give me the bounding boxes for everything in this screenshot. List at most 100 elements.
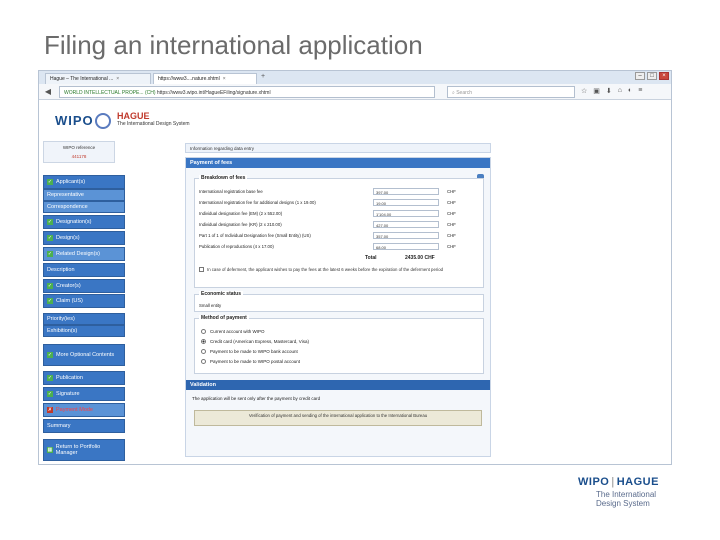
- wipo-logo: WIPO: [55, 113, 94, 128]
- check-icon: ✓: [47, 375, 53, 381]
- deferment-checkbox[interactable]: [199, 267, 204, 273]
- sidebar-item-priorities[interactable]: Priority(ies): [43, 313, 125, 325]
- fee-currency: CHF: [447, 233, 456, 238]
- economic-legend: Economic status: [199, 291, 244, 297]
- close-tab-icon[interactable]: ×: [223, 76, 226, 82]
- page-content: WIPO HAGUE The International Design Syst…: [39, 101, 671, 464]
- economic-fieldset: Economic status Small entity: [194, 291, 484, 312]
- radio-button[interactable]: [201, 349, 206, 355]
- fee-label: Publication of reproductions (4 x 17.00): [199, 244, 274, 249]
- fee-value: 397.00: [373, 188, 439, 195]
- tab-hague[interactable]: Hague – The International ... ×: [45, 73, 151, 84]
- sidebar-item-signature[interactable]: ✓ Signature: [43, 387, 125, 401]
- sidebar-item-claim-us[interactable]: ✓ Claim (US): [43, 294, 125, 308]
- minimize-icon[interactable]: –: [635, 72, 645, 80]
- fee-currency: CHF: [447, 222, 456, 227]
- sidebar-item-summary[interactable]: Summary: [43, 419, 125, 433]
- fee-currency: CHF: [447, 189, 456, 194]
- url-bar[interactable]: WORLD INTELLECTUAL PROPE... (CH) https:/…: [59, 86, 435, 98]
- method-fieldset: Method of payment Current account with W…: [194, 315, 484, 374]
- radio-button[interactable]: [201, 339, 206, 345]
- home-icon[interactable]: ⌂: [618, 87, 622, 95]
- sidebar-item-designations[interactable]: ✓ Designation(s): [43, 215, 125, 229]
- search-icon: ⌕: [452, 90, 455, 96]
- sidebar-item-more-optional-contents[interactable]: ✓ More Optional Contents: [43, 344, 125, 366]
- back-icon[interactable]: ◀: [43, 87, 53, 97]
- hague-logo: HAGUE: [117, 111, 150, 121]
- menu-icon[interactable]: ≡: [638, 87, 642, 95]
- tab-label: https://www3....nature.xhtml: [158, 76, 220, 82]
- fee-label: International registration fee for addit…: [199, 200, 316, 205]
- browser-window: Hague – The International ... × https://w…: [38, 70, 672, 465]
- toolbar-icons: ☆ ▣ ⬇ ⌂ ◐ ≡: [581, 87, 642, 95]
- payment-method-credit-card[interactable]: Credit card (American Express, Mastercar…: [201, 339, 309, 345]
- nav-bar: ◀ WORLD INTELLECTUAL PROPE... (CH) https…: [39, 84, 671, 100]
- share-icon[interactable]: ◐: [628, 87, 632, 95]
- payment-method-postal-account[interactable]: Payment to be made to WIPO postal accoun…: [201, 359, 300, 365]
- payment-method-bank-account[interactable]: Payment to be made to WIPO bank account: [201, 349, 298, 355]
- clipboard-icon[interactable]: ▣: [593, 87, 600, 95]
- fee-label: International registration base fee: [199, 189, 263, 194]
- check-icon: ✓: [47, 235, 53, 241]
- tab-label: Hague – The International ...: [50, 76, 114, 82]
- total-value: 2435.00 CHF: [405, 255, 435, 261]
- radio-button[interactable]: [201, 359, 206, 365]
- sidebar-item-return-portfolio[interactable]: ▦ Return to Portfolio Manager: [43, 439, 125, 461]
- fee-value: 1'104.00: [373, 210, 439, 217]
- radio-button[interactable]: [201, 329, 206, 335]
- footer-logo: WIPO | HAGUE: [578, 476, 659, 488]
- sidebar-item-publication[interactable]: ✓ Publication: [43, 371, 125, 385]
- tab-signature[interactable]: https://www3....nature.xhtml ×: [153, 73, 257, 84]
- sidebar-item-related-designs[interactable]: ✓ Related Design(s): [43, 247, 125, 261]
- download-icon[interactable]: ⬇: [606, 87, 612, 95]
- tab-bar: Hague – The International ... × https://w…: [39, 71, 671, 84]
- check-icon: ✓: [47, 391, 53, 397]
- method-legend: Method of payment: [199, 315, 249, 321]
- breakdown-legend: Breakdown of fees: [199, 175, 248, 181]
- sidebar-item-representative[interactable]: Representative: [43, 189, 125, 201]
- payment-header: Payment of fees: [186, 158, 490, 168]
- sidebar-item-creators[interactable]: ✓ Creator(s): [43, 279, 125, 293]
- search-placeholder: Search: [456, 90, 473, 96]
- sidebar-item-payment-mode[interactable]: ✗ Payment Mode: [43, 403, 125, 417]
- deferment-option[interactable]: In case of deferment, the applicant wish…: [199, 267, 469, 273]
- footer-separator: |: [611, 476, 615, 488]
- wipo-emblem-icon: [95, 113, 111, 129]
- search-input[interactable]: ⌕ Search: [447, 86, 575, 98]
- sidebar-item-designs[interactable]: ✓ Design(s): [43, 231, 125, 245]
- sidebar-item-correspondence[interactable]: Correspondence: [43, 201, 125, 213]
- maximize-icon[interactable]: □: [647, 72, 657, 80]
- info-bar[interactable]: Information regarding data entry: [185, 143, 491, 153]
- send-application-button[interactable]: Verification of payment and sending of t…: [194, 410, 482, 426]
- fee-value: 427.00: [373, 221, 439, 228]
- fee-currency: CHF: [447, 200, 456, 205]
- site-identity: WORLD INTELLECTUAL PROPE... (CH): [64, 90, 156, 96]
- star-icon[interactable]: ☆: [581, 87, 587, 95]
- reference-number: 441178: [71, 154, 87, 159]
- close-window-icon[interactable]: ×: [659, 72, 669, 80]
- footer-subtitle: The International Design System: [596, 490, 657, 508]
- reference-label: WIPO reference: [62, 145, 96, 150]
- fee-value: 357.00: [373, 232, 439, 239]
- footer-wipo: WIPO: [578, 476, 610, 488]
- fee-value: 68.00: [373, 243, 439, 250]
- check-icon: ✓: [47, 283, 53, 289]
- sidebar-item-exhibitions[interactable]: Exhibition(s): [43, 325, 125, 337]
- check-icon: ✓: [47, 219, 53, 225]
- sidebar-item-description[interactable]: Description: [43, 263, 125, 277]
- fee-value: 19.00: [373, 199, 439, 206]
- economic-value: Small entity: [199, 303, 222, 308]
- breakdown-fieldset: Breakdown of fees International registra…: [194, 175, 484, 288]
- payment-panel: Payment of fees Breakdown of fees Intern…: [185, 157, 491, 457]
- sidebar-item-applicants[interactable]: ✓ Applicant(s): [43, 175, 125, 189]
- close-tab-icon[interactable]: ×: [116, 76, 119, 82]
- portfolio-icon: ▦: [47, 447, 53, 453]
- validation-header: Validation: [186, 380, 490, 390]
- new-tab-button[interactable]: +: [261, 73, 265, 80]
- reference-box: WIPO reference 441178: [43, 141, 115, 163]
- payment-method-current-account[interactable]: Current account with WIPO: [201, 329, 265, 335]
- check-icon: ✓: [47, 352, 53, 358]
- fee-currency: CHF: [447, 244, 456, 249]
- url-path: https://www3.wipo.int/HagueEFiling/signa…: [156, 90, 271, 96]
- check-icon: ✓: [47, 298, 53, 304]
